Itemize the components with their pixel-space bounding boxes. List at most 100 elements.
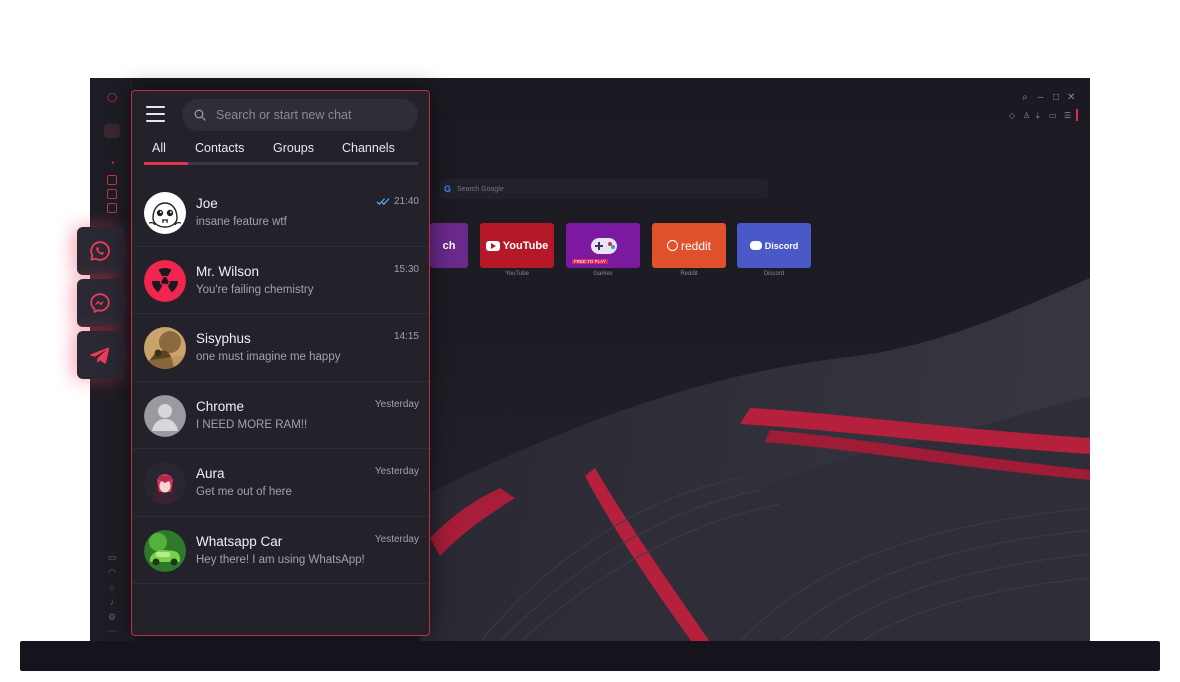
speed-dial-discord-label: Discord [763, 271, 785, 277]
read-receipt-icon [376, 198, 390, 206]
discord-icon [749, 241, 762, 250]
avatar-chrome [144, 394, 186, 437]
speed-dial-youtube-label: YouTube [505, 271, 529, 277]
tabs-icon[interactable]: ▭ [107, 552, 117, 562]
youtube-icon [485, 240, 500, 251]
speed-dial-reddit[interactable]: reddit [652, 223, 726, 268]
tab-channels[interactable]: Channels [342, 141, 395, 155]
speed-dial-discord-text: Discord [764, 240, 799, 251]
hamburger-line [146, 120, 165, 122]
telegram-tab[interactable] [77, 331, 123, 379]
speed-dial-reddit-label: Reddit [680, 271, 698, 277]
maximize-icon[interactable]: □ [1053, 92, 1059, 104]
wallpaper [420, 78, 1090, 642]
chat-preview: I NEED MORE RAM!! [196, 418, 308, 431]
chat-time: Yesterday [375, 399, 419, 410]
avatar-mr-wilson [144, 259, 186, 302]
chat-time-text: 14:15 [393, 331, 419, 342]
downloads-icon[interactable] [107, 175, 117, 185]
profile-icon[interactable]: ♙ [1023, 111, 1030, 121]
gamepad-tile-icon [591, 237, 617, 254]
hamburger-line [146, 113, 165, 115]
avatar-joe [144, 192, 186, 234]
avatar-aura [144, 462, 186, 504]
chat-time-text: Yesterday [374, 466, 419, 477]
chat-search[interactable] [182, 99, 418, 131]
active-tab-indicator [144, 162, 188, 165]
chat-preview: Hey there! I am using WhatsApp! [196, 553, 365, 566]
chat-panel: All Contacts Groups Channels [131, 90, 430, 636]
chat-name: Sisyphus [196, 331, 251, 346]
more-icon[interactable]: ⋯ [107, 626, 117, 636]
speed-dial-games-label: Games [593, 271, 613, 277]
hamburger-line [146, 106, 165, 108]
speed-dial-games[interactable]: FREE TO PLAY [566, 223, 640, 268]
download-icon[interactable]: ⤓ [1036, 111, 1040, 121]
tab-all[interactable]: All [152, 141, 166, 155]
chat-preview: one must imagine me happy [196, 351, 341, 363]
speed-dial-youtube[interactable]: YouTube [480, 223, 554, 268]
search-tabs-icon[interactable]: ⌕ [1022, 92, 1028, 104]
whatsapp-tab[interactable] [77, 227, 123, 275]
opera-logo-icon[interactable]: ◯ [107, 92, 117, 102]
chat-name: Mr. Wilson [196, 263, 260, 279]
settings-icon[interactable]: ⚙ [107, 612, 117, 622]
google-icon: G [444, 184, 452, 194]
menu-icon[interactable]: ☰ [1064, 111, 1071, 121]
messenger-tab[interactable] [77, 279, 123, 327]
chat-row-mr-wilson[interactable]: Mr. Wilson You're failing chemistry 15:3… [132, 247, 429, 314]
chat-time: Yesterday [375, 466, 419, 477]
chat-time-text: 21:40 [393, 196, 419, 207]
chat-name: Chrome [196, 398, 245, 414]
chat-time: 14:15 [394, 331, 419, 342]
menu-button[interactable] [146, 106, 165, 122]
chat-time: 15:30 [394, 264, 419, 275]
speed-dial-youtube-text: YouTube [502, 239, 549, 252]
speed-dial-games-text: FREE TO PLAY [572, 259, 608, 264]
wifi-icon[interactable]: ◠ [107, 567, 117, 577]
chat-row-whatsapp-car[interactable]: Whatsapp Car Hey there! I am using Whats… [132, 517, 429, 584]
accent-bar [1076, 109, 1078, 121]
google-search-box[interactable]: G Search Google [440, 179, 768, 199]
clock-icon[interactable]: ○ [107, 582, 117, 592]
chat-time-text: Yesterday [374, 533, 419, 545]
music-icon[interactable]: ♪ [107, 597, 117, 607]
chat-name: Whatsapp Car [196, 533, 283, 549]
chat-preview: You're failing chemistry [196, 283, 314, 296]
chat-time-text: 15:30 [393, 263, 419, 275]
search-icon [194, 109, 206, 121]
chat-time: 21:40 [376, 196, 419, 207]
home-icon[interactable] [104, 124, 120, 138]
tab-groups[interactable]: Groups [273, 141, 314, 155]
speed-dial-discord[interactable]: Discord [737, 223, 811, 268]
chat-filter-tabs: All Contacts Groups Channels [144, 141, 418, 165]
chat-list: Joe insane feature wtf 21:40 Mr. Wilson … [132, 179, 429, 584]
reddit-icon [666, 240, 678, 251]
google-search-placeholder: Search Google [457, 185, 504, 193]
chat-row-joe[interactable]: Joe insane feature wtf 21:40 [132, 179, 429, 247]
messenger-icon [90, 293, 110, 313]
telegram-icon [89, 347, 110, 364]
chat-preview: Get me out of here [196, 486, 292, 498]
speed-dial-twitch-text: ch [442, 239, 456, 252]
wallet-icon[interactable] [107, 203, 117, 213]
pocket-icon[interactable] [107, 189, 117, 199]
speed-dial-reddit-text: reddit [680, 238, 712, 253]
history-icon[interactable]: ◔ [107, 158, 117, 168]
chat-row-sisyphus[interactable]: Sisyphus one must imagine me happy 14:15 [132, 314, 429, 382]
minimize-icon[interactable]: – [1038, 92, 1044, 104]
chat-row-chrome[interactable]: Chrome I NEED MORE RAM!! Yesterday [132, 382, 429, 449]
laptop-base [20, 641, 1160, 671]
laptop-mockup: ◯ ◔ ▭ ◠ ○ ♪ ⚙ ⋯ ⌕ – □ ✕ ◇ ♙ ⤓ ▭ ☰ G Sear… [0, 0, 1180, 682]
search-input[interactable] [216, 108, 406, 122]
extensions-icon[interactable]: ◇ [1009, 111, 1015, 121]
close-icon[interactable]: ✕ [1067, 92, 1075, 104]
tab-contacts[interactable]: Contacts [195, 141, 244, 155]
speed-dial-twitch[interactable]: ch [430, 223, 468, 268]
gamepad-icon[interactable]: ▭ [1049, 111, 1057, 121]
chat-row-aura[interactable]: Aura Get me out of here Yesterday [132, 449, 429, 517]
chat-time-text: Yesterday [374, 398, 419, 410]
chat-time: Yesterday [375, 534, 419, 545]
chat-name: Aura [196, 466, 225, 481]
chat-preview: insane feature wtf [196, 216, 287, 228]
